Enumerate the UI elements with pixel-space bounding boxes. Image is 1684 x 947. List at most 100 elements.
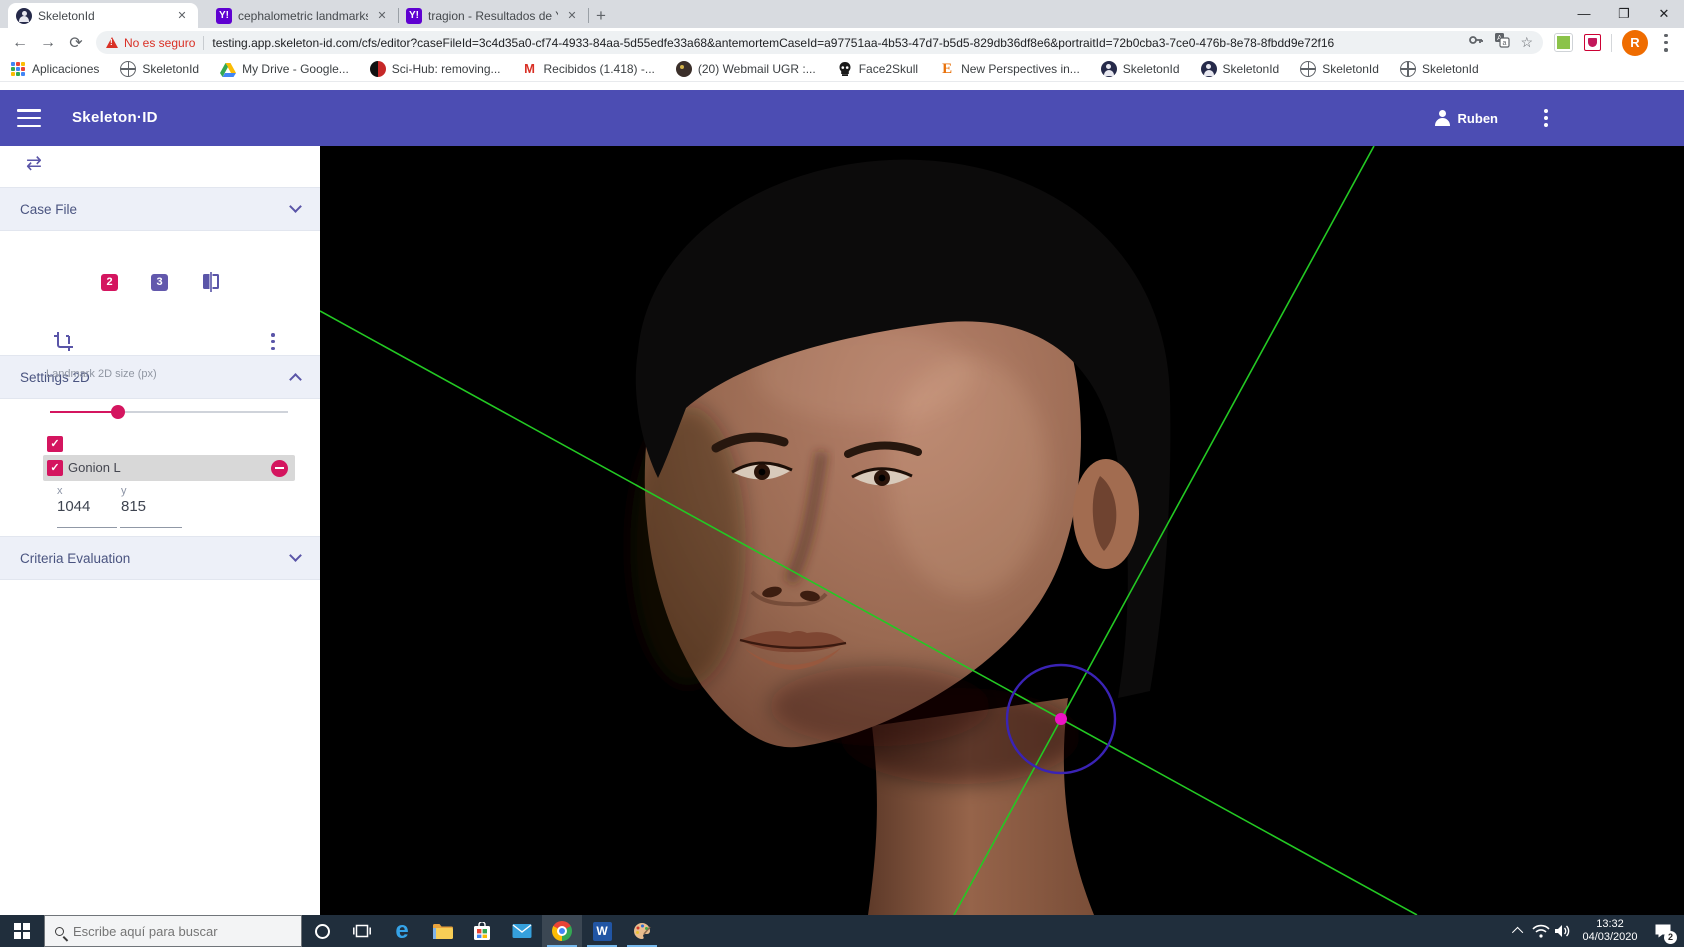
forward-icon[interactable]: → bbox=[34, 34, 62, 52]
security-warning-icon[interactable] bbox=[106, 37, 118, 48]
key-icon[interactable] bbox=[1468, 32, 1484, 53]
swap-arrows-icon[interactable]: ⇄ bbox=[26, 152, 42, 175]
crop-icon[interactable] bbox=[53, 331, 74, 355]
skull-icon bbox=[837, 61, 853, 77]
bookmark-sci-hub[interactable]: Sci-Hub: removing... bbox=[369, 61, 501, 77]
restore-button[interactable]: ❐ bbox=[1604, 0, 1644, 28]
bookmark-face2skull[interactable]: Face2Skull bbox=[837, 61, 918, 77]
bookmarks-bar: Aplicaciones SkeletonId My Drive - Googl… bbox=[0, 57, 1684, 82]
tab-close-icon[interactable]: ✕ bbox=[564, 8, 580, 24]
bookmark-skeletonid[interactable]: SkeletonId bbox=[120, 61, 199, 77]
bookmark-webmail-ugr[interactable]: (20) Webmail UGR :... bbox=[675, 61, 816, 77]
face-model-canvas[interactable] bbox=[320, 146, 1684, 915]
mail-button[interactable] bbox=[502, 915, 542, 947]
security-warning-label[interactable]: No es seguro bbox=[124, 36, 195, 50]
user-name: Ruben bbox=[1457, 110, 1498, 126]
tab-close-icon[interactable]: ✕ bbox=[374, 8, 390, 24]
user-person-icon bbox=[1434, 109, 1451, 127]
chevron-down-icon[interactable] bbox=[289, 549, 302, 562]
slider-handle[interactable] bbox=[111, 405, 125, 419]
journal-e-icon: E bbox=[942, 61, 953, 77]
chevron-down-icon[interactable] bbox=[289, 200, 302, 213]
bookmark-skeletonid[interactable]: SkeletonId bbox=[1399, 61, 1479, 77]
bookmark-my-drive[interactable]: My Drive - Google... bbox=[220, 61, 349, 77]
remove-landmark-minus-icon[interactable] bbox=[271, 459, 288, 477]
view-3d-badge[interactable]: 3 bbox=[151, 274, 168, 291]
user-menu[interactable]: Ruben bbox=[1434, 90, 1498, 146]
taskbar-clock[interactable]: 13:32 04/03/2020 bbox=[1574, 918, 1646, 944]
y-coord-input[interactable]: 815 bbox=[121, 498, 146, 515]
tab-cephalometric[interactable]: Y! cephalometric landmarks in obli ✕ bbox=[208, 3, 399, 28]
landmark-row[interactable]: ✓ Gonion L bbox=[43, 455, 295, 481]
person-circle-icon bbox=[1200, 61, 1217, 77]
cortana-button[interactable] bbox=[302, 915, 342, 947]
bookmark-recibidos[interactable]: M Recibidos (1.418) -... bbox=[522, 61, 655, 77]
view-2d-badge[interactable]: 2 bbox=[101, 274, 118, 291]
tray-expand-chevron-icon[interactable] bbox=[1508, 915, 1530, 947]
back-icon[interactable]: ← bbox=[6, 34, 34, 52]
globe-icon bbox=[1300, 61, 1317, 77]
microsoft-store-button[interactable] bbox=[462, 915, 502, 947]
svg-text:a: a bbox=[1503, 40, 1507, 47]
browser-menu-kebab-icon[interactable] bbox=[1664, 33, 1668, 52]
address-bar[interactable]: No es seguro testing.app.skeleton-id.com… bbox=[96, 31, 1543, 54]
tab-tragion[interactable]: Y! tragion - Resultados de Yahoo Es ✕ bbox=[398, 3, 589, 28]
tab-title: cephalometric landmarks in obli bbox=[238, 8, 368, 23]
chevron-up-icon[interactable] bbox=[289, 373, 302, 386]
reload-icon[interactable]: ⟳ bbox=[62, 33, 90, 53]
landmark-group-checkbox[interactable]: ✓ bbox=[47, 436, 63, 452]
volume-icon[interactable] bbox=[1552, 915, 1574, 947]
chrome-button[interactable] bbox=[542, 915, 582, 947]
taskbar-search[interactable] bbox=[44, 915, 302, 947]
close-button[interactable]: ✕ bbox=[1644, 0, 1684, 28]
bookmark-aplicaciones[interactable]: Aplicaciones bbox=[10, 61, 99, 77]
profile-avatar[interactable]: R bbox=[1622, 29, 1648, 56]
hamburger-menu-icon[interactable] bbox=[17, 109, 41, 127]
wifi-icon[interactable] bbox=[1530, 915, 1552, 947]
google-apps-grid-icon bbox=[10, 61, 26, 77]
sidebar: ⇄ Case File 2 3 Settings 2D Landmark 2D … bbox=[0, 146, 320, 915]
new-tab-button[interactable]: + bbox=[588, 3, 614, 28]
tab-skeletonid[interactable]: SkeletonId ✕ bbox=[8, 3, 198, 28]
task-view-icon bbox=[353, 924, 371, 938]
landmark-options-kebab-icon[interactable] bbox=[271, 333, 275, 350]
task-view-button[interactable] bbox=[342, 915, 382, 947]
sci-hub-raven-icon bbox=[369, 61, 386, 77]
start-button[interactable] bbox=[0, 915, 44, 947]
tab-close-icon[interactable]: ✕ bbox=[174, 8, 190, 24]
search-input[interactable] bbox=[73, 923, 273, 939]
x-coord-input[interactable]: 1044 bbox=[57, 498, 90, 515]
app-menu-kebab-icon[interactable] bbox=[1544, 109, 1548, 127]
app-header: Skeleton·ID Ruben bbox=[0, 90, 1684, 146]
minimize-button[interactable]: — bbox=[1564, 0, 1604, 28]
bookmark-star-icon[interactable]: ☆ bbox=[1520, 34, 1533, 51]
tab-title: tragion - Resultados de Yahoo Es bbox=[428, 8, 558, 23]
extension-icon[interactable] bbox=[1554, 33, 1573, 52]
cortana-icon bbox=[314, 923, 330, 939]
model-viewport[interactable] bbox=[320, 146, 1684, 915]
url-text[interactable]: testing.app.skeleton-id.com/cfs/editor?c… bbox=[212, 36, 1458, 50]
translate-icon[interactable]: Aa bbox=[1494, 32, 1511, 53]
landmark-size-slider[interactable] bbox=[50, 404, 288, 420]
browser-tab-strip: SkeletonId ✕ Y! cephalometric landmarks … bbox=[0, 0, 1684, 28]
bookmark-new-perspectives[interactable]: E New Perspectives in... bbox=[939, 61, 1080, 77]
paint-icon bbox=[634, 923, 651, 939]
case-file-section-header[interactable]: Case File bbox=[0, 187, 320, 231]
chrome-icon bbox=[552, 921, 572, 941]
extension-icon[interactable] bbox=[1584, 34, 1601, 51]
browser-toolbar: ← → ⟳ No es seguro testing.app.skeleton-… bbox=[0, 28, 1684, 57]
gmail-icon: M bbox=[524, 61, 535, 76]
file-explorer-button[interactable] bbox=[422, 915, 462, 947]
screen: SkeletonId ✕ Y! cephalometric landmarks … bbox=[0, 0, 1684, 947]
ear bbox=[1073, 459, 1139, 569]
criteria-evaluation-section-header[interactable]: Criteria Evaluation bbox=[0, 536, 320, 580]
paint-button[interactable] bbox=[622, 915, 662, 947]
edge-button[interactable]: e bbox=[382, 915, 422, 947]
action-center-button[interactable]: 2 bbox=[1646, 915, 1680, 947]
landmark-checkbox[interactable]: ✓ bbox=[47, 460, 63, 476]
bookmark-skeletonid[interactable]: SkeletonId bbox=[1100, 61, 1180, 77]
bookmark-skeletonid[interactable]: SkeletonId bbox=[1200, 61, 1279, 77]
bookmark-skeletonid[interactable]: SkeletonId bbox=[1300, 61, 1379, 77]
word-button[interactable]: W bbox=[582, 915, 622, 947]
compare-icon[interactable] bbox=[201, 272, 221, 295]
